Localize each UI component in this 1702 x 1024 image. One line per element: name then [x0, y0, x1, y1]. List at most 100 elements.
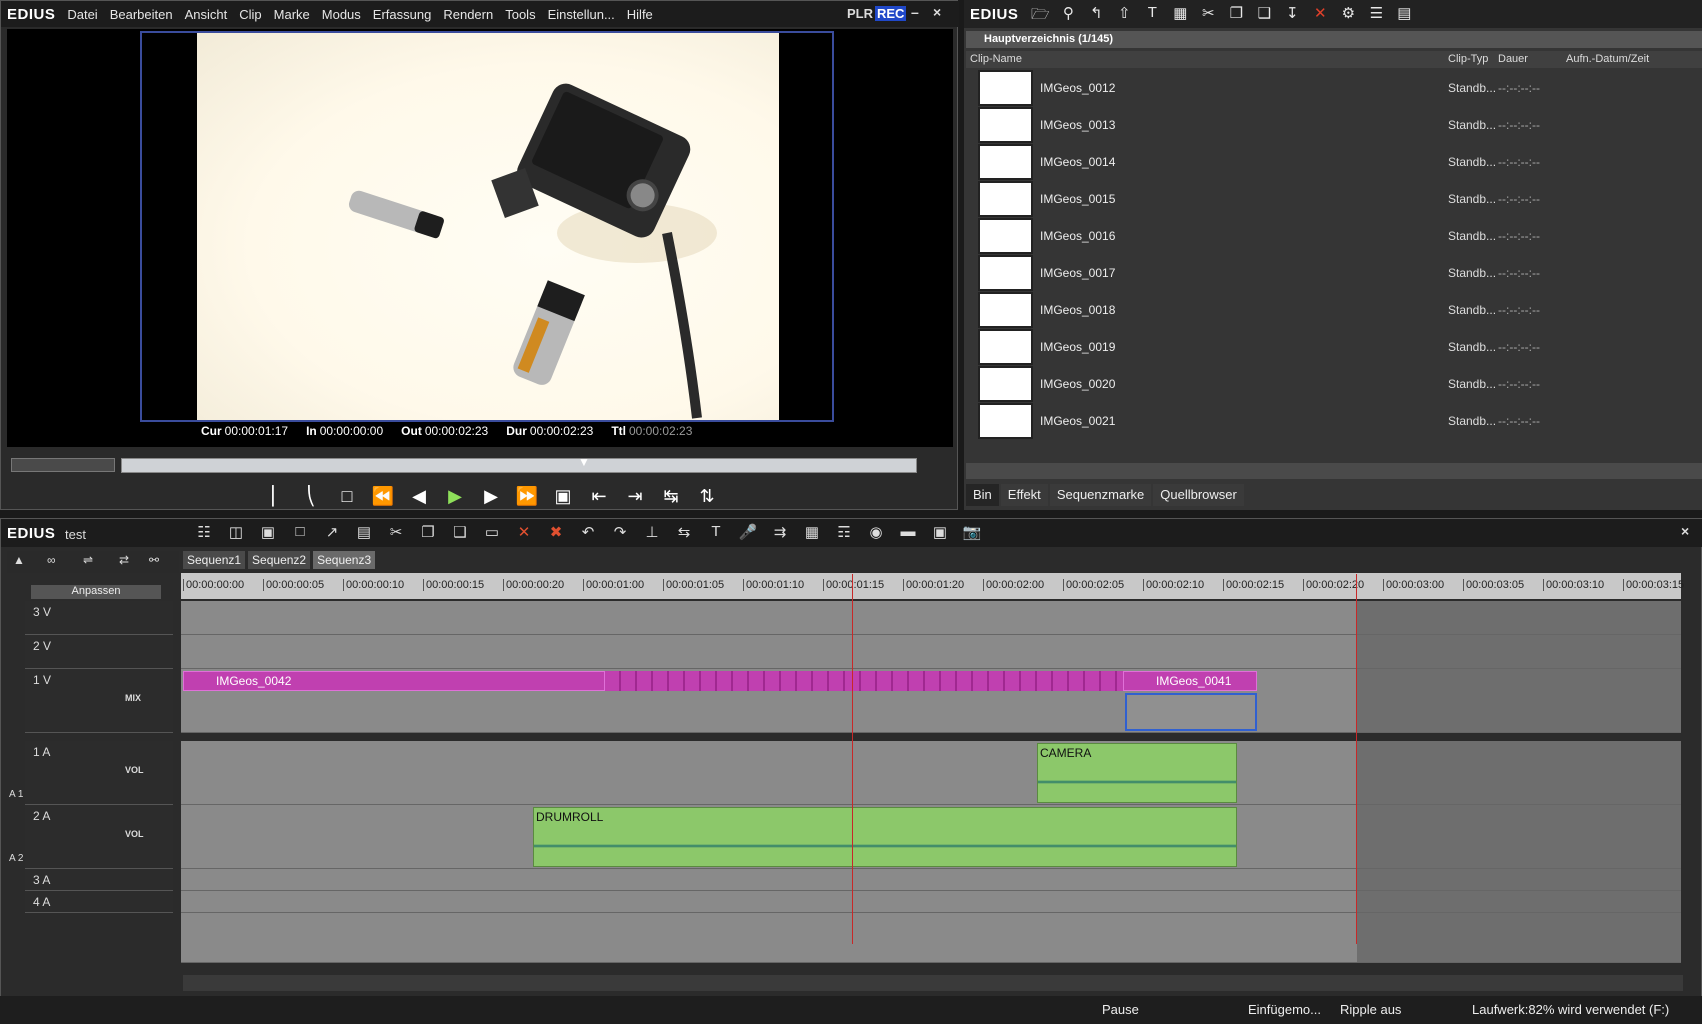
close-icon[interactable]: × — [933, 4, 941, 20]
new-sequence-icon[interactable]: □ — [287, 523, 313, 543]
bin-scrollbar[interactable] — [966, 463, 1702, 479]
undo-icon[interactable]: ↶ — [575, 523, 601, 543]
stop-icon[interactable]: □ — [333, 483, 361, 509]
menu-ansicht[interactable]: Ansicht — [179, 7, 234, 22]
tab-bin[interactable]: Bin — [966, 484, 999, 506]
tab-sequenzmarke[interactable]: Sequenzmarke — [1049, 484, 1152, 506]
clip-row[interactable]: IMGeos_0015 Standb... --:--:--:-- — [966, 179, 1702, 219]
status-insert-mode[interactable]: Einfügemo... — [1248, 1002, 1321, 1017]
rec-label[interactable]: REC — [875, 6, 907, 21]
menu-tools[interactable]: Tools — [499, 7, 541, 22]
scrub-bar[interactable]: ▼ — [9, 455, 951, 474]
up-folder-icon[interactable]: ↰ — [1084, 4, 1108, 24]
view-icon[interactable]: ☰ — [1364, 4, 1388, 24]
menu-clip[interactable]: Clip — [233, 7, 267, 22]
redo-icon[interactable]: ↷ — [607, 523, 633, 543]
copy-icon[interactable]: ❐ — [1224, 4, 1248, 24]
menu-datei[interactable]: Datei — [61, 7, 103, 22]
clip-row[interactable]: IMGeos_0012 Standb... --:--:--:-- — [966, 68, 1702, 108]
clip-row[interactable]: IMGeos_0019 Standb... --:--:--:-- — [966, 327, 1702, 367]
search-icon[interactable]: ⚲ — [1056, 4, 1080, 24]
cut-icon[interactable]: ✂ — [1196, 4, 1220, 24]
video-clip-2-selection[interactable] — [1125, 693, 1257, 731]
new-project-icon[interactable]: ◫ — [223, 523, 249, 543]
clip-row[interactable]: IMGeos_0018 Standb... --:--:--:-- — [966, 290, 1702, 330]
tab-sequenz3[interactable]: Sequenz3 — [313, 551, 376, 569]
color-bar-icon[interactable]: ▦ — [1168, 4, 1192, 24]
menu-modus[interactable]: Modus — [316, 7, 367, 22]
track-2v[interactable]: 2 V — [25, 635, 173, 669]
save-project-icon[interactable]: ▤ — [351, 523, 377, 543]
status-ripple[interactable]: Ripple aus — [1340, 1002, 1401, 1017]
minimize-icon[interactable]: – — [911, 4, 919, 20]
add-to-timeline-icon[interactable]: ↧ — [1280, 4, 1304, 24]
tab-quellbrowser[interactable]: Quellbrowser — [1153, 484, 1244, 506]
audio-clip-camera[interactable]: CAMERA — [1037, 743, 1237, 803]
title-icon[interactable]: T — [1140, 4, 1164, 24]
track-3a[interactable]: 3 A — [25, 869, 173, 891]
step-forward-icon[interactable]: ▶ — [477, 483, 505, 509]
cut-icon[interactable]: ✂ — [383, 523, 409, 543]
menu-marke[interactable]: Marke — [268, 7, 316, 22]
track-1v[interactable]: 1 V MIX — [25, 669, 173, 733]
match-frame-icon[interactable]: ⇅ — [693, 483, 721, 509]
ripple-delete-icon[interactable]: ✖ — [543, 523, 569, 543]
audio-mixer-icon[interactable]: ☶ — [831, 523, 857, 543]
copy-icon[interactable]: ❐ — [415, 523, 441, 543]
clip-row[interactable]: IMGeos_0020 Standb... --:--:--:-- — [966, 364, 1702, 404]
clip-row[interactable]: IMGeos_0014 Standb... --:--:--:-- — [966, 142, 1702, 182]
col-clip-type[interactable]: Clip-Typ — [1448, 53, 1488, 65]
video-clip-1[interactable]: IMGeos_0042 — [183, 671, 605, 691]
folder-icon[interactable]: 🗁 — [1028, 4, 1052, 24]
tab-sequenz2[interactable]: Sequenz2 — [248, 551, 311, 569]
overwrite-to-timeline-icon[interactable]: ⇥ — [621, 483, 649, 509]
paste-icon[interactable]: ❑ — [447, 523, 473, 543]
tab-sequenz1[interactable]: Sequenz1 — [183, 551, 246, 569]
lane-3v[interactable] — [181, 601, 1681, 635]
screenshot-icon[interactable]: ▣ — [927, 523, 953, 543]
video-clip-2[interactable]: IMGeos_0041 — [1123, 671, 1257, 691]
fit-dropdown[interactable]: Anpassen — [31, 585, 161, 599]
open-icon[interactable]: ⇧ — [1112, 4, 1136, 24]
track-3v[interactable]: 3 V — [25, 601, 173, 635]
lane-2a[interactable]: DRUMROLL — [181, 805, 1681, 869]
record-icon[interactable]: ⚯ — [149, 553, 159, 567]
sync-lock-icon[interactable]: ⇄ — [119, 553, 129, 567]
tab-effekt[interactable]: Effekt — [1000, 484, 1048, 506]
trim-icon[interactable]: ↹ — [657, 483, 685, 509]
split-icon[interactable]: ⊥ — [639, 523, 665, 543]
open-project-icon[interactable]: ↗ — [319, 523, 345, 543]
mark-out-icon[interactable]: ⎝ — [297, 483, 325, 509]
lane-2v[interactable] — [181, 635, 1681, 669]
track-4a[interactable]: 4 A — [25, 891, 173, 913]
track-2a[interactable]: 2 A VOL — [25, 805, 173, 869]
plr-label[interactable]: PLR — [847, 6, 873, 21]
a1-channel-label[interactable]: A 1 — [9, 789, 23, 800]
export-icon[interactable]: ⇉ — [767, 523, 793, 543]
clip-row[interactable]: IMGeos_0017 Standb... --:--:--:-- — [966, 253, 1702, 293]
track-1a[interactable]: 1 A VOL — [25, 741, 173, 805]
vectorscope-icon[interactable]: ◉ — [863, 523, 889, 543]
position-slider[interactable]: ▼ — [121, 455, 917, 473]
timeline-scrollbar[interactable] — [183, 975, 1683, 991]
menu-bearbeiten[interactable]: Bearbeiten — [104, 7, 179, 22]
save-icon[interactable]: ▣ — [255, 523, 281, 543]
plr-rec-toggle[interactable]: PLR REC — [847, 6, 907, 21]
snap-icon[interactable]: ▲ — [13, 553, 25, 567]
layout-icon[interactable]: ▬ — [895, 523, 921, 543]
clip-row[interactable]: IMGeos_0016 Standb... --:--:--:-- — [966, 216, 1702, 256]
microphone-icon[interactable]: 🎤 — [735, 523, 761, 543]
lane-1v[interactable]: IMGeos_0042 IMGeos_0041 — [181, 669, 1681, 733]
timeline-close-icon[interactable]: × — [1681, 523, 1689, 539]
title-icon[interactable]: T — [703, 523, 729, 543]
menu-erfassung[interactable]: Erfassung — [367, 7, 438, 22]
properties-icon[interactable]: ⚙ — [1336, 4, 1360, 24]
a2-channel-label[interactable]: A 2 — [9, 853, 23, 864]
loop-icon[interactable]: ▣ — [549, 483, 577, 509]
lane-3a[interactable] — [181, 869, 1681, 891]
lane-1a[interactable]: CAMERA — [181, 741, 1681, 805]
paste-icon[interactable]: ❑ — [1252, 4, 1276, 24]
rewind-icon[interactable]: ⏪ — [369, 483, 397, 509]
browser-icon[interactable]: ▤ — [1392, 4, 1416, 24]
audio-clip-drumroll[interactable]: DRUMROLL — [533, 807, 1237, 867]
